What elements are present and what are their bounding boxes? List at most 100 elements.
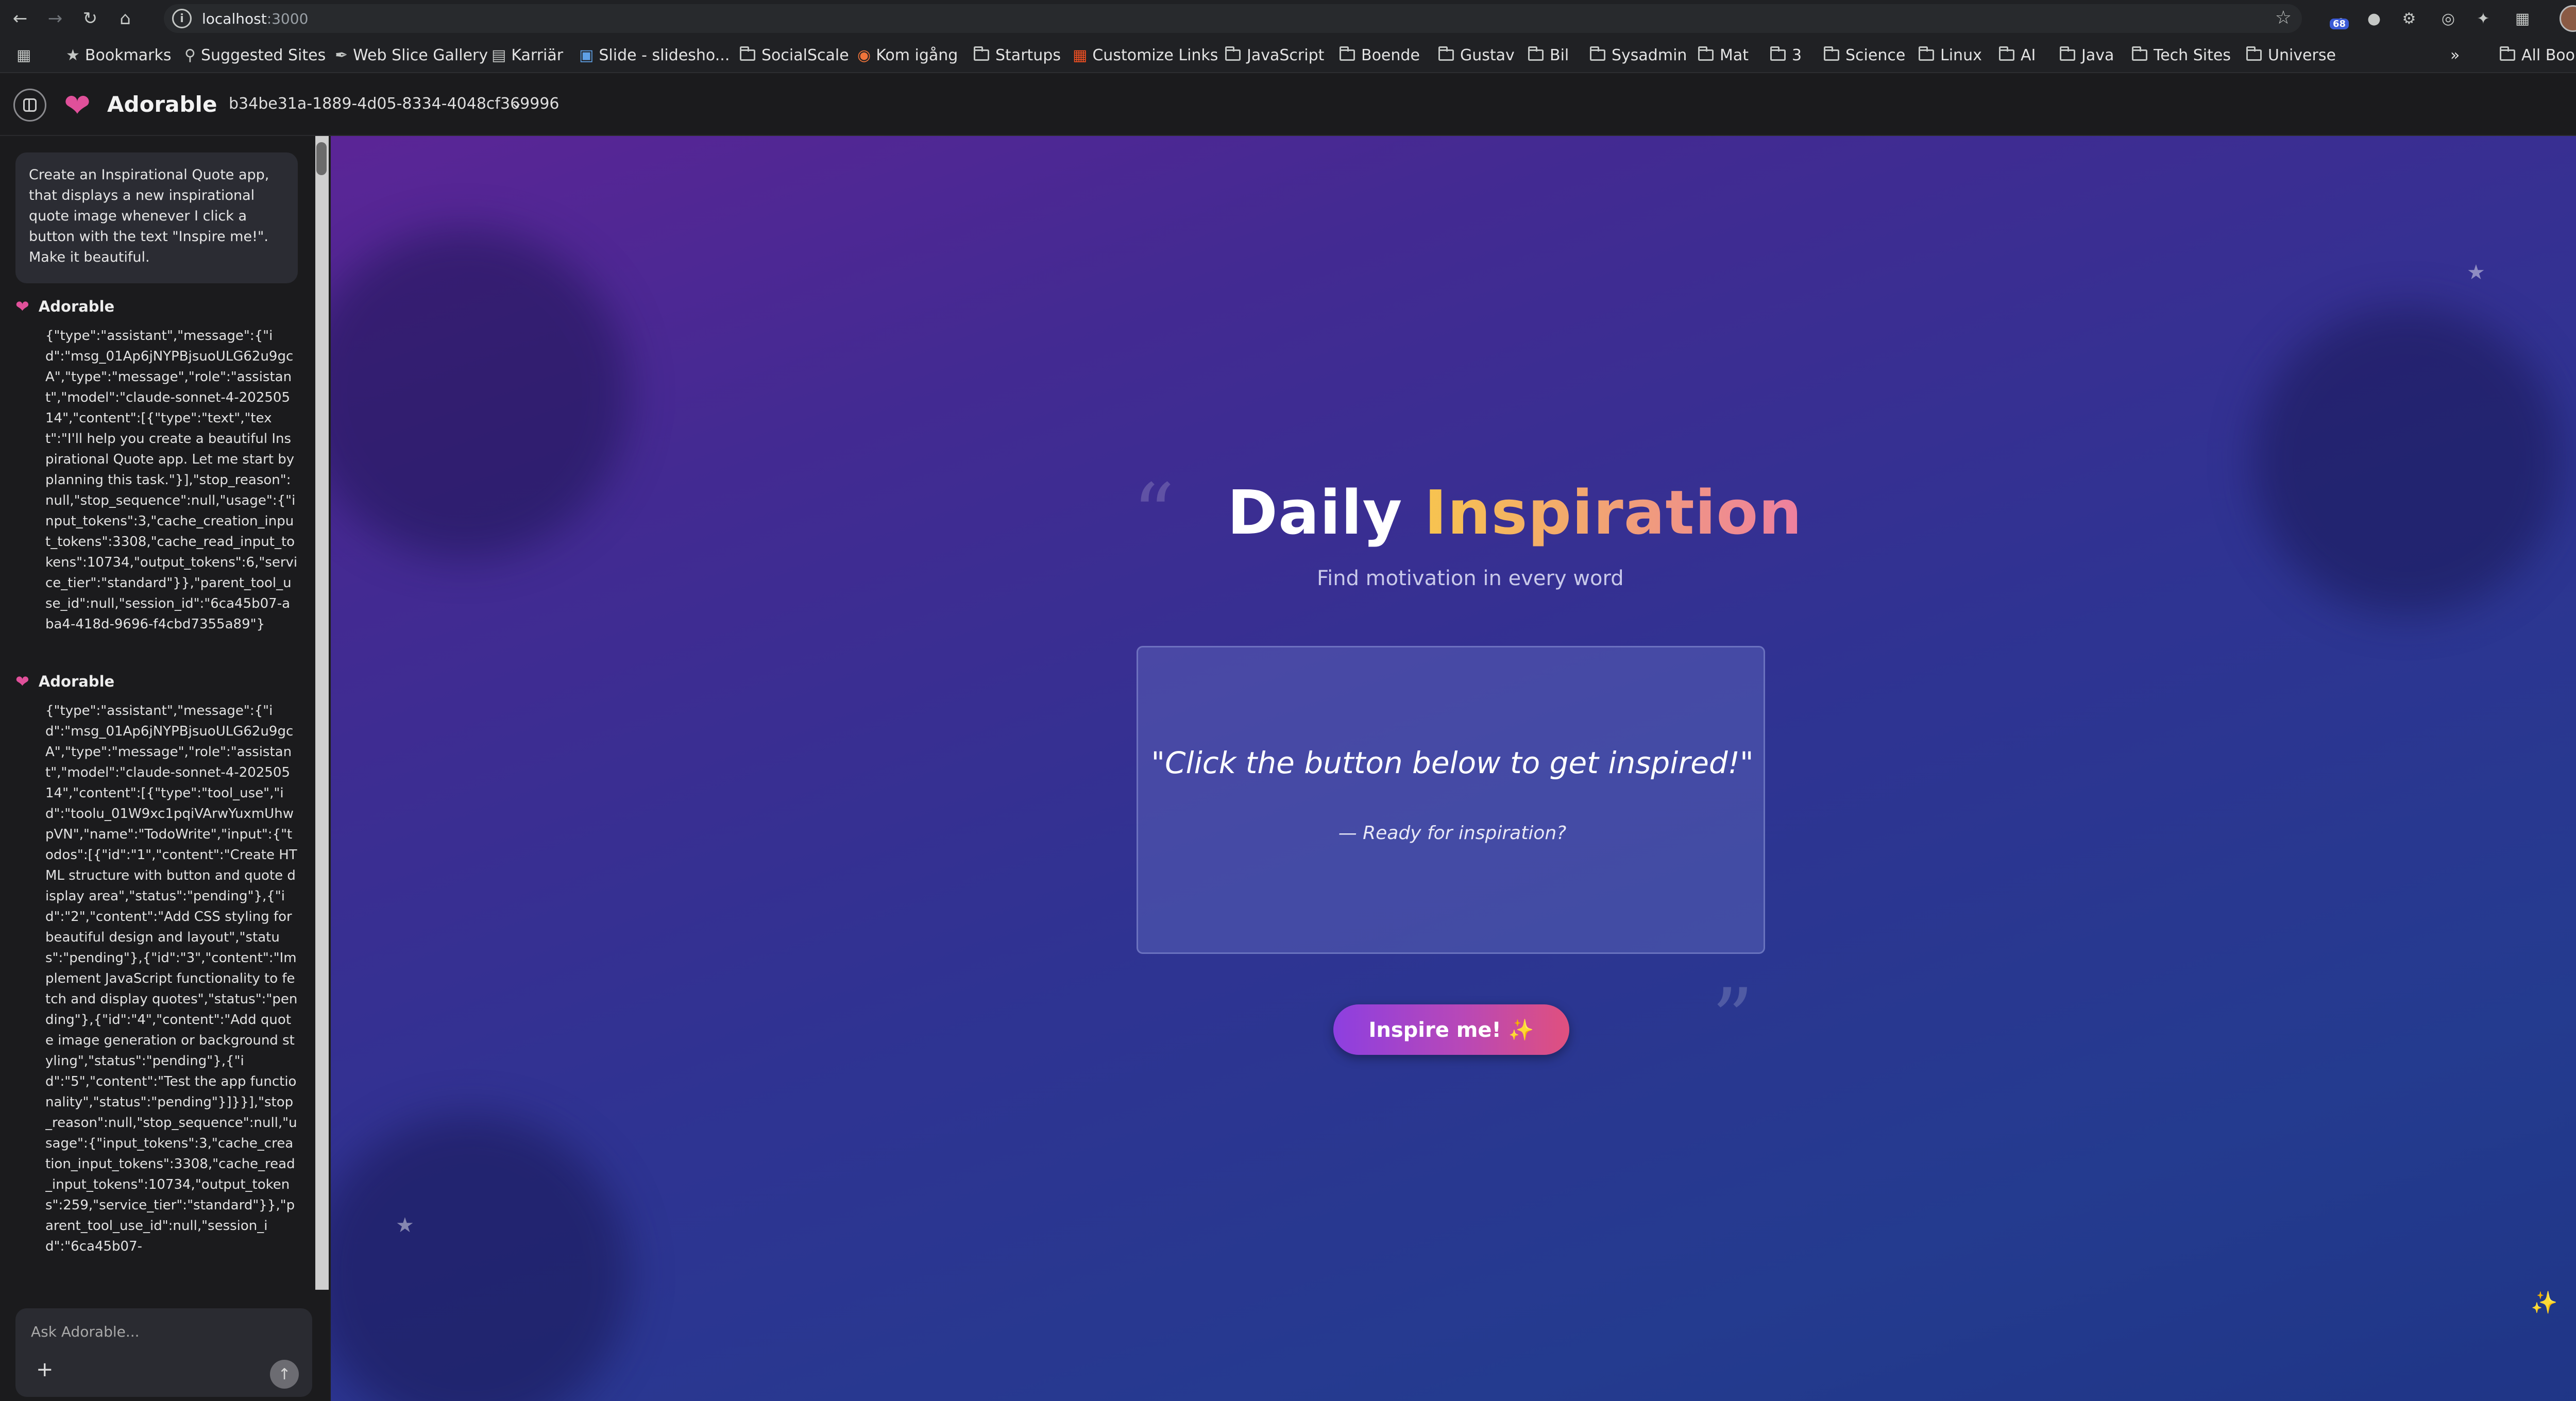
open-quote-icon: “ [1132,466,1175,562]
browser-toolbar: ← → ↻ ⌂ i localhost:3000 ☆ ☁ 68 ● ⚙ ◎ ✦ … [0,0,2576,37]
bookmark-socialscale[interactable]: SocialScale [740,44,849,66]
sidebar-scrollbar[interactable] [315,136,329,1290]
bookmark-3[interactable]: 3 [1770,44,1802,66]
folder-icon [1528,46,1544,61]
assistant-message-header: ❤ Adorable [15,297,114,316]
sidebar-icon [23,98,37,112]
folder-icon [1340,46,1355,61]
star-icon: ★ [66,46,80,64]
page-title: Daily Inspiration [1227,477,1802,548]
bookmark-customize-links[interactable]: ▦ Customize Links [1073,44,1218,66]
folder-icon [1770,46,1786,61]
extension-circle-icon[interactable]: ● [2363,7,2385,30]
folder-icon [2060,46,2075,61]
extension-badge: 68 [2330,19,2349,29]
star-icon: ★ [396,1214,414,1237]
title-daily: Daily [1227,477,1403,548]
bookmark-science[interactable]: Science [1824,44,1905,66]
bookmark-suggested-sites[interactable]: ⚲ Suggested Sites [184,44,326,66]
bookmark-web-slice-gallery[interactable]: ✒ Web Slice Gallery [335,44,488,66]
bookmark-tech-sites[interactable]: Tech Sites [2132,44,2231,66]
title-inspiration: Inspiration [1424,477,1803,548]
assistant-name: Adorable [38,298,115,315]
extension-bird-icon[interactable]: ✦ [2472,7,2495,30]
sparkle-icon: ✨ [2531,1290,2558,1315]
app-name: Adorable [107,92,217,117]
assistant-message-body: {"type":"assistant","message":{"id":"msg… [45,328,298,632]
folder-icon [1919,46,1934,61]
folder-icon [1824,46,1839,61]
bookmark-bookmarks[interactable]: ★ Bookmarks [66,44,172,66]
folder-icon [1590,46,1605,61]
page-subtitle: Find motivation in every word [1317,567,1624,590]
background-blob [331,229,630,558]
address-bar[interactable]: i localhost:3000 ☆ [164,4,2302,33]
firefox-icon: ◉ [857,46,871,64]
site-info-icon[interactable]: i [172,9,192,28]
star-icon: ★ [2467,261,2485,284]
bookmark-linux[interactable]: Linux [1919,44,1982,66]
forward-arrow-icon[interactable]: → [40,4,70,33]
bookmark-karriar[interactable]: ▤ Karriär [492,44,563,66]
bookmark-startups[interactable]: Startups [974,44,1061,66]
bookmark-slideshare[interactable]: ▣ Slide - slidesho... [579,44,730,66]
folder-icon [2500,46,2515,61]
back-arrow-icon[interactable]: ← [5,4,35,33]
slides-icon: ▣ [579,46,594,64]
extension-target-icon[interactable]: ◎ [2437,7,2460,30]
chat-input[interactable] [30,1323,287,1341]
chevron-down-icon[interactable]: ⌄ [510,94,523,112]
bookmark-mat[interactable]: Mat [1698,44,1749,66]
folder-icon [2246,46,2262,61]
grid-icon: ▤ [492,46,506,64]
bookmark-universe[interactable]: Universe [2246,44,2336,66]
inspire-me-button[interactable]: Inspire me! ✨ [1333,1004,1569,1055]
bookmark-bil[interactable]: Bil [1528,44,1569,66]
bookmarks-bar: ▦ ★ Bookmarks ⚲ Suggested Sites ✒ Web Slice… [0,37,2576,73]
url-host: localhost [202,10,267,27]
folder-icon [974,46,989,61]
folder-icon [740,46,755,61]
apps-grid-icon[interactable]: ▦ [16,44,36,66]
user-message: Create an Inspirational Quote app, that … [15,152,298,283]
adorable-logo-icon: ❤ [64,87,91,124]
bookmark-javascript[interactable]: JavaScript [1225,44,1324,66]
url-port: :3000 [266,10,309,27]
folder-icon [1225,46,1241,61]
assistant-name: Adorable [38,673,115,690]
bookmark-ai[interactable]: AI [1999,44,2036,66]
bookmark-gustav[interactable]: Gustav [1438,44,1515,66]
extension-gear-icon[interactable]: ⚙ [2398,7,2420,30]
all-bookmarks-button[interactable]: All Bookmarks [2500,44,2576,66]
feather-icon: ✒ [335,46,348,64]
chat-sidebar: Create an Inspirational Quote app, that … [0,136,330,1401]
close-quote-icon: ” [1711,970,1754,1067]
bookmark-star-icon[interactable]: ☆ [2275,7,2292,28]
folder-icon [1999,46,2014,61]
extensions-puzzle-icon[interactable]: ▦ [2511,7,2534,30]
microsoft-icon: ▦ [1073,46,1088,64]
bookmark-sysadmin[interactable]: Sysadmin [1590,44,1687,66]
send-button[interactable]: ↑ [270,1360,299,1389]
app-header: ❤ Adorable b34be31a-1889-4d05-8334-4048c… [0,73,2576,136]
quote-author: — Ready for inspiration? [1338,823,1567,844]
browser-profile-avatar[interactable] [2560,5,2576,32]
add-attachment-button[interactable]: + [36,1358,54,1381]
bookmarks-overflow-button[interactable]: » [2450,44,2460,66]
sidebar-scrollbar-thumb[interactable] [316,142,327,175]
reload-icon[interactable]: ↻ [75,4,105,33]
background-blob [2252,306,2562,615]
assistant-message-body: {"type":"assistant","message":{"id":"msg… [45,703,298,1254]
chat-input-container: + ↑ [15,1308,312,1397]
quote-text: "Click the button below to get inspired!… [1151,745,1754,780]
sidebar-toggle-button[interactable] [13,89,46,122]
bookmark-java[interactable]: Java [2060,44,2114,66]
bookmark-boende[interactable]: Boende [1340,44,1420,66]
assistant-message-header: ❤ Adorable [15,672,114,691]
search-icon: ⚲ [184,46,196,64]
background-blob [331,1115,630,1401]
folder-icon [1438,46,1454,61]
home-icon[interactable]: ⌂ [110,4,140,33]
app-preview: ★ ★ ✨ “ ” Daily Inspiration Find motivat… [331,136,2576,1401]
bookmark-kom-igang[interactable]: ◉ Kom igång [857,44,958,66]
